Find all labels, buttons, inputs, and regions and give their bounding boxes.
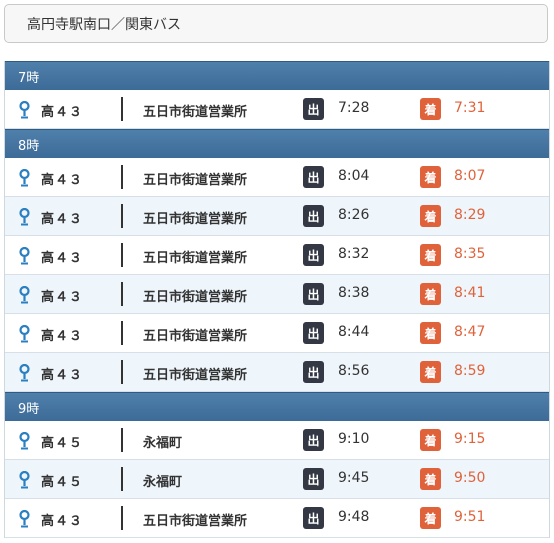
destination: 五日市街道営業所 [143,251,248,266]
departure-time: 9:45 [338,470,370,486]
arrival-time: 7:31 [454,100,486,116]
route-number: 高４３ [41,212,84,227]
page-title-text: 高円寺駅南口／関東バス [27,16,181,33]
arrival-time: 8:47 [454,324,486,340]
bus-stop-pin-icon [19,509,30,528]
bus-stop-pin-icon [19,431,30,450]
timetable-row[interactable]: 高４３ 五日市街道営業所 出 8:26 着 8:29 [5,197,549,236]
departure-badge: 出 [303,322,324,344]
route-number: 高４３ [41,105,84,120]
destination: 永福町 [143,475,183,490]
destination: 五日市街道営業所 [143,105,248,120]
timetable-row[interactable]: 高４３ 五日市街道営業所 出 7:28 着 7:31 [5,90,549,129]
divider [121,204,123,228]
route-number: 高４３ [41,290,84,305]
arrival-time: 8:07 [454,168,486,184]
divider [121,506,123,530]
timetable: 7時 高４３ 五日市街道営業所出 7:28 着 7:31 8時 高４３ 五日市街道営業所出 8:0… [4,61,550,538]
arrival-badge: 着 [420,166,441,188]
divider [121,282,123,306]
bus-stop-pin-icon [19,470,30,489]
hour-label: 7時 [18,70,40,86]
divider [121,97,123,121]
route-number: 高４３ [41,251,84,266]
arrival-badge: 着 [420,322,441,344]
arrival-time: 8:35 [454,246,486,262]
departure-badge: 出 [303,98,324,120]
arrival-time: 9:50 [454,470,486,486]
arrival-time: 9:51 [454,509,486,525]
bus-stop-pin-icon [19,168,30,187]
destination: 五日市街道営業所 [143,514,248,529]
departure-badge: 出 [303,283,324,305]
departure-badge: 出 [303,468,324,490]
divider [121,321,123,345]
destination: 永福町 [143,436,183,451]
hour-label: 9時 [18,401,40,417]
departure-time: 8:04 [338,168,370,184]
bus-stop-pin-icon [19,324,30,343]
destination: 五日市街道営業所 [143,290,248,305]
bus-stop-pin-icon [19,246,30,265]
arrival-badge: 着 [420,98,441,120]
route-number: 高４５ [41,475,84,490]
arrival-badge: 着 [420,361,441,383]
departure-badge: 出 [303,205,324,227]
departure-time: 8:32 [338,246,370,262]
divider [121,360,123,384]
arrival-badge: 着 [420,507,441,529]
timetable-row[interactable]: 高４３ 五日市街道営業所 出 8:04 着 8:07 [5,158,549,197]
destination: 五日市街道営業所 [143,173,248,188]
arrival-time: 8:59 [454,363,486,379]
hour-header: 8時 [5,129,549,158]
divider [121,165,123,189]
departure-time: 9:10 [338,431,370,447]
timetable-row[interactable]: 高４５ 永福町 出 9:10 着 9:15 [5,421,549,460]
timetable-row[interactable]: 高４５ 永福町 出 9:45 着 9:50 [5,460,549,499]
destination: 五日市街道営業所 [143,329,248,344]
departure-time: 8:56 [338,363,370,379]
departure-time: 8:44 [338,324,370,340]
timetable-row[interactable]: 高４３ 五日市街道営業所 出 8:32 着 8:35 [5,236,549,275]
timetable-row[interactable]: 高４３ 五日市街道営業所 出 8:44 着 8:47 [5,314,549,353]
timetable-row[interactable]: 高４３ 五日市街道営業所 出 9:48 着 9:51 [5,499,549,538]
departure-badge: 出 [303,507,324,529]
arrival-badge: 着 [420,283,441,305]
timetable-row[interactable]: 高４３ 五日市街道営業所 出 8:38 着 8:41 [5,275,549,314]
departure-time: 7:28 [338,100,370,116]
hour-label: 8時 [18,138,40,154]
divider [121,243,123,267]
route-number: 高４５ [41,436,84,451]
arrival-time: 8:41 [454,285,486,301]
departure-time: 8:26 [338,207,370,223]
bus-stop-pin-icon [19,207,30,226]
page-title: 高円寺駅南口／関東バス [4,4,548,43]
bus-stop-pin-icon [19,363,30,382]
departure-badge: 出 [303,244,324,266]
arrival-time: 9:15 [454,431,486,447]
departure-badge: 出 [303,166,324,188]
hour-header: 9時 [5,392,549,421]
departure-badge: 出 [303,429,324,451]
timetable-row[interactable]: 高４３ 五日市街道営業所 出 8:56 着 8:59 [5,353,549,392]
hour-header: 7時 [5,61,549,90]
arrival-badge: 着 [420,468,441,490]
route-number: 高４３ [41,514,84,529]
arrival-badge: 着 [420,205,441,227]
destination: 五日市街道営業所 [143,368,248,383]
arrival-badge: 着 [420,429,441,451]
bus-stop-pin-icon [19,100,30,119]
departure-badge: 出 [303,361,324,383]
departure-time: 8:38 [338,285,370,301]
route-number: 高４３ [41,368,84,383]
route-number: 高４３ [41,329,84,344]
bus-stop-pin-icon [19,285,30,304]
arrival-time: 8:29 [454,207,486,223]
divider [121,428,123,452]
destination: 五日市街道営業所 [143,212,248,227]
route-number: 高４３ [41,173,84,188]
divider [121,467,123,491]
arrival-badge: 着 [420,244,441,266]
departure-time: 9:48 [338,509,370,525]
